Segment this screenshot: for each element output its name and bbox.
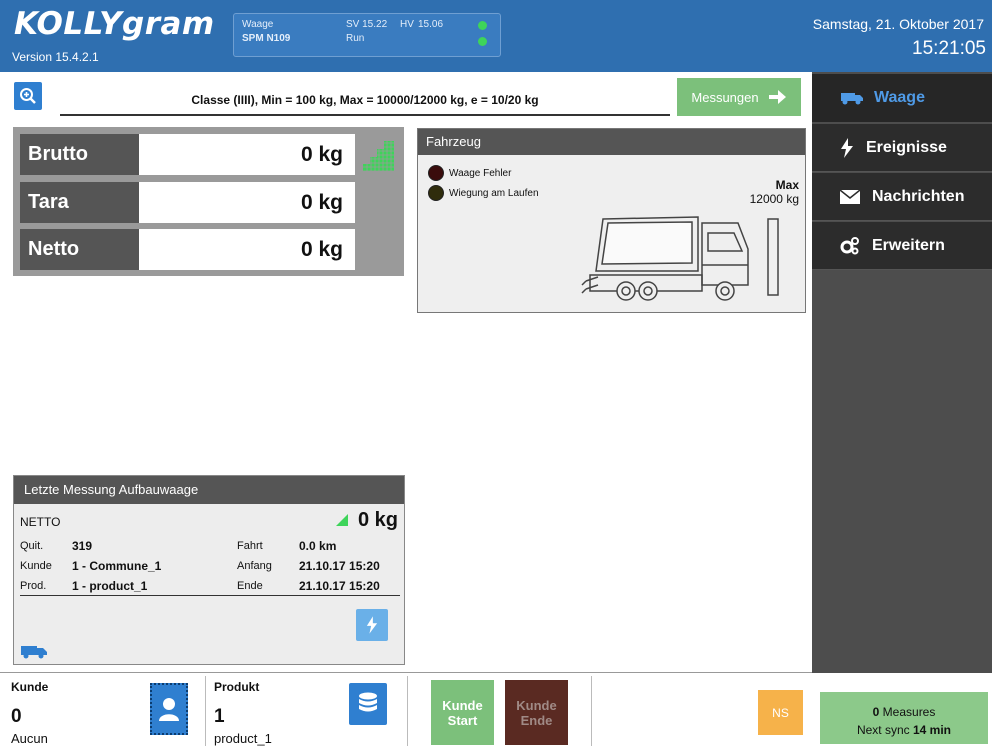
sidebar-item-label: Nachrichten <box>872 187 965 205</box>
prod-value: 1 - product_1 <box>72 579 148 593</box>
divider <box>0 672 812 673</box>
arrow-right-icon <box>768 90 786 104</box>
sidebar-item-nachrichten[interactable]: Nachrichten <box>812 173 992 221</box>
status-dot-2 <box>478 37 487 46</box>
database-icon <box>359 692 377 712</box>
kunde-start-line1: Kunde <box>442 697 483 713</box>
gears-icon <box>840 236 859 254</box>
kunde-start-button[interactable]: Kunde Start <box>431 680 494 745</box>
hv-label: HV <box>400 19 414 30</box>
produkt-bottom-name: product_1 <box>214 731 272 746</box>
kunde-ende-line2: Ende <box>520 712 553 728</box>
sync-next-label: Next sync <box>856 723 910 737</box>
sv-version: SV 15.22 <box>346 19 388 30</box>
sidebar-item-ereignisse[interactable]: Ereignisse <box>812 124 992 172</box>
sync-status[interactable]: 0 Measures Next sync 14 min <box>820 692 988 744</box>
device-status-box: Waage SPM N109 SV 15.22 HV 15.06 Run <box>233 13 501 57</box>
sidebar-item-label: Erweitern <box>872 236 945 254</box>
events-button[interactable] <box>356 609 388 641</box>
last-measurement-title: Letzte Messung Aufbauwaage <box>14 476 404 504</box>
select-kunde-button[interactable] <box>150 683 188 735</box>
kunde-bottom-value: 0 <box>11 706 22 727</box>
kunde-bottom-label: Kunde <box>11 680 49 694</box>
hv-version: 15.06 <box>418 19 444 30</box>
netto-value: 0 kg <box>139 229 355 270</box>
brutto-value: 0 kg <box>139 134 355 175</box>
ns-label: NS <box>772 705 789 720</box>
kunde-start-line2: Start <box>447 712 478 728</box>
envelope-icon <box>840 189 860 204</box>
weight-panel: Brutto 0 kg Tara 0 kg Netto 0 kg <box>13 127 404 276</box>
anfang-value: 21.10.17 15:20 <box>299 559 380 573</box>
anfang-label: Anfang <box>237 560 272 572</box>
vehicle-panel: Fahrzeug Waage Fehler Wiegung am Laufen … <box>417 128 806 313</box>
kunde-label: Kunde <box>20 560 52 572</box>
device-id: SPM N109 <box>242 33 291 44</box>
fahrt-label: Fahrt <box>237 540 263 552</box>
divider <box>205 676 206 746</box>
kunde-bottom-name: Aucun <box>11 731 48 746</box>
truck-small-icon <box>21 646 47 659</box>
sync-measures-label: Measures <box>882 705 936 719</box>
tara-value: 0 kg <box>139 182 355 223</box>
quit-value: 319 <box>72 539 93 553</box>
divider <box>407 676 408 746</box>
max-value: 12000 kg <box>749 192 799 206</box>
vehicle-title: Fahrzeug <box>418 129 805 155</box>
sidebar: Waage Ereignisse Nachrichten Erweitern <box>812 72 992 687</box>
last-netto-value: 0 kg <box>357 509 398 531</box>
weighing-lamp-label: Wiegung am Laufen <box>449 188 539 199</box>
max-label: Max <box>775 178 799 192</box>
app-logo: KOLLYgram <box>14 6 215 42</box>
quit-label: Quit. <box>20 540 44 552</box>
kunde-value: 1 - Commune_1 <box>72 559 162 573</box>
current-date: Samstag, 21. Oktober 2017 <box>812 16 984 32</box>
tara-label: Tara <box>20 182 146 223</box>
sidebar-item-waage[interactable]: Waage <box>812 74 992 122</box>
kunde-ende-button[interactable]: Kunde Ende <box>505 680 568 745</box>
select-produkt-button[interactable] <box>349 683 387 725</box>
sidebar-item-label: Waage <box>874 89 925 106</box>
error-lamp <box>428 165 444 181</box>
current-time: 15:21:05 <box>912 38 986 59</box>
lightning-icon <box>366 616 378 634</box>
sync-count: 0 <box>872 705 880 719</box>
signal-strength-icon <box>363 141 394 172</box>
divider <box>20 595 400 596</box>
brutto-label: Brutto <box>20 134 146 175</box>
ende-value: 21.10.17 15:20 <box>299 579 380 593</box>
status-dot-1 <box>478 21 487 30</box>
kunde-ende-line1: Kunde <box>516 697 557 713</box>
messungen-label: Messungen <box>691 89 759 105</box>
weighing-lamp <box>428 185 444 201</box>
netto-label: Netto <box>20 229 146 270</box>
device-label: Waage <box>242 19 274 30</box>
scale-class-info: Classe (IIII), Min = 100 kg, Max = 10000… <box>60 84 670 116</box>
prod-label: Prod. <box>20 580 47 592</box>
truck-small-icon <box>841 93 863 105</box>
error-lamp-label: Waage Fehler <box>449 168 512 179</box>
sync-time: 14 min <box>913 723 952 737</box>
divider <box>591 676 592 746</box>
signal-strength-small-icon <box>336 514 348 526</box>
version-label: Version 15.4.2.1 <box>12 50 99 64</box>
user-icon <box>159 698 179 721</box>
truck-icon <box>581 216 779 301</box>
produkt-bottom-value: 1 <box>214 706 225 727</box>
last-measurement-panel: Letzte Messung Aufbauwaage NETTO 0 kg Qu… <box>13 475 405 665</box>
sidebar-item-label: Ereignisse <box>866 138 947 156</box>
sidebar-item-erweitern[interactable]: Erweitern <box>812 222 992 270</box>
ns-button[interactable]: NS <box>758 690 803 735</box>
fahrt-value: 0.0 km <box>299 539 337 553</box>
produkt-bottom-label: Produkt <box>214 680 260 694</box>
lightning-icon <box>841 137 853 158</box>
ende-label: Ende <box>237 580 263 592</box>
messungen-button[interactable]: Messungen <box>677 78 801 116</box>
zoom-button[interactable] <box>14 82 42 110</box>
zoom-in-icon <box>20 88 36 104</box>
last-netto-label: NETTO <box>20 515 61 529</box>
run-state: Run <box>346 33 365 44</box>
